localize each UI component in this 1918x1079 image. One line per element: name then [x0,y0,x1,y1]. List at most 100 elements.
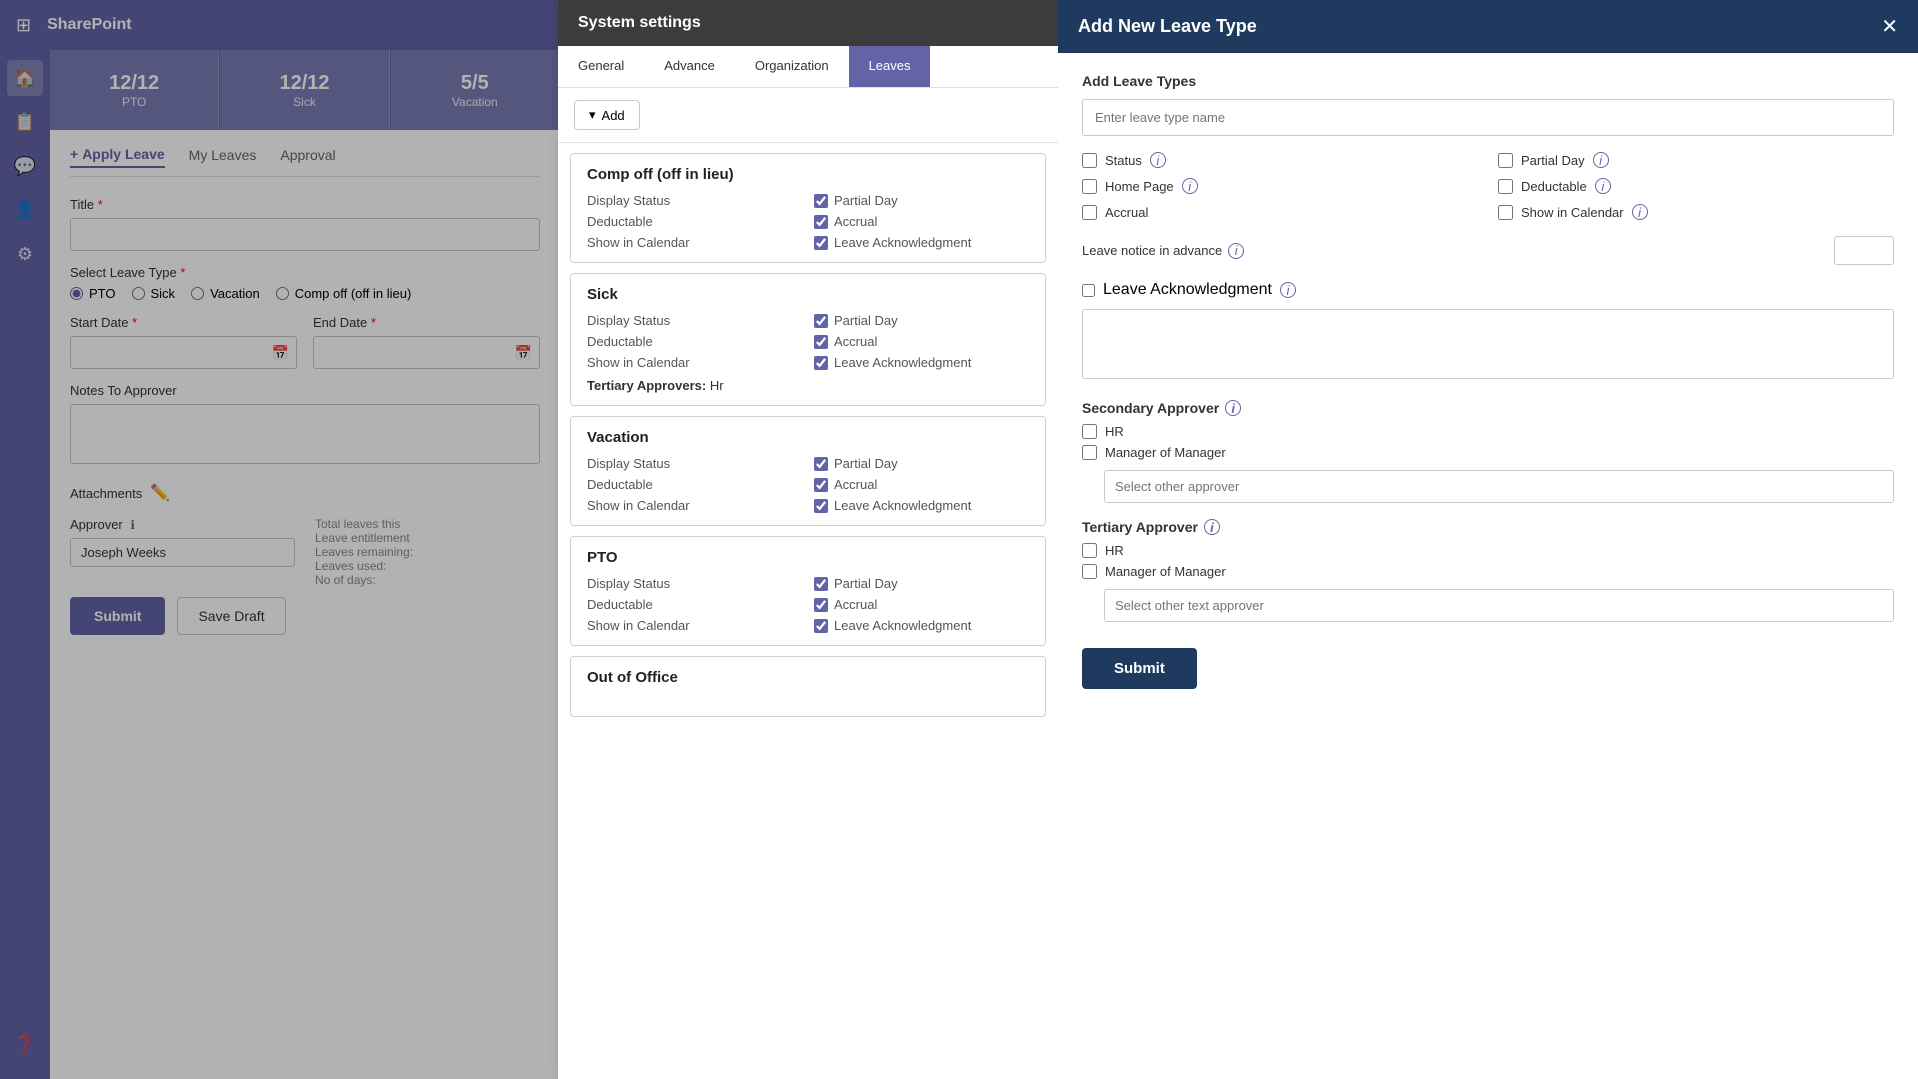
secondary-mom-checkbox[interactable] [1082,445,1097,460]
check-home-page: Home Page i [1082,178,1478,194]
ss-add-row: ▾ Add [558,88,1058,143]
add-leave-type-button[interactable]: ▾ Add [574,100,640,130]
home-page-label: Home Page [1105,179,1174,194]
accrual-label: Accrual [1105,205,1148,220]
secondary-other-input[interactable] [1104,470,1894,503]
leave-type-name-input[interactable] [1082,99,1894,136]
tertiary-hr-label: HR [1105,543,1124,558]
ack-checkbox[interactable] [1082,284,1095,297]
ss-tab-organization[interactable]: Organization [735,46,849,87]
vacation-leave-ack-cb[interactable] [814,499,828,513]
partial-day-label: Partial Day [1521,153,1585,168]
status-info-icon: i [1150,152,1166,168]
check-deductable: Deductable i [1498,178,1894,194]
sick-partial-day: Partial Day [814,313,1029,328]
pto-leave-ack-cb[interactable] [814,619,828,633]
checkbox-grid: Status i Partial Day i Home Page i Deduc… [1082,152,1894,220]
vacation-deductable: Deductable [587,477,802,492]
sick-leave-ack-cb[interactable] [814,356,828,370]
sick-partial-day-cb[interactable] [814,314,828,328]
compoff-partial-day-cb[interactable] [814,194,828,208]
ack-info-icon: i [1280,282,1296,298]
notice-row: Leave notice in advance i [1082,236,1894,265]
tertiary-mom-checkbox[interactable] [1082,564,1097,579]
pto-card-title: PTO [587,549,1029,566]
secondary-mom-option[interactable]: Manager of Manager [1082,445,1894,460]
ss-tabs: General Advance Organization Leaves [558,46,1058,88]
home-page-checkbox[interactable] [1082,179,1097,194]
alp-section-title: Add Leave Types [1082,73,1894,89]
vacation-grid: Display Status Partial Day Deductable Ac… [587,456,1029,513]
alp-header: Add New Leave Type ✕ [1058,0,1918,53]
vacation-partial-day-cb[interactable] [814,457,828,471]
add-label: Add [602,108,625,123]
vacation-leave-ack: Leave Acknowledgment [814,498,1029,513]
check-status: Status i [1082,152,1478,168]
tertiary-other-input[interactable] [1104,589,1894,622]
notice-label: Leave notice in advance i [1082,243,1244,259]
sick-deductable: Deductable [587,334,802,349]
alp-title: Add New Leave Type [1078,16,1257,37]
compoff-leave-ack-cb[interactable] [814,236,828,250]
pto-accrual-cb[interactable] [814,598,828,612]
accrual-checkbox[interactable] [1082,205,1097,220]
deductable-checkbox[interactable] [1498,179,1513,194]
sick-show-calendar: Show in Calendar [587,355,802,370]
leave-type-card-ooo: Out of Office [570,656,1046,717]
home-page-info-icon: i [1182,178,1198,194]
notice-info-icon: i [1228,243,1244,259]
compoff-accrual-cb[interactable] [814,215,828,229]
partial-day-checkbox[interactable] [1498,153,1513,168]
secondary-hr-checkbox[interactable] [1082,424,1097,439]
pto-accrual: Accrual [814,597,1029,612]
status-checkbox[interactable] [1082,153,1097,168]
partial-day-info-icon: i [1593,152,1609,168]
alp-submit-button[interactable]: Submit [1082,648,1197,689]
show-calendar-checkbox[interactable] [1498,205,1513,220]
sick-display-status: Display Status [587,313,802,328]
tertiary-mom-label: Manager of Manager [1105,564,1226,579]
vacation-show-calendar: Show in Calendar [587,498,802,513]
ss-tab-leaves[interactable]: Leaves [849,46,931,87]
ack-textarea[interactable] [1082,309,1894,379]
alp-close-button[interactable]: ✕ [1881,14,1898,39]
check-accrual: Accrual [1082,204,1478,220]
tertiary-hr-option[interactable]: HR [1082,543,1894,558]
tertiary-approver-options: HR Manager of Manager [1082,543,1894,622]
pto-partial-day: Partial Day [814,576,1029,591]
tertiary-mom-option[interactable]: Manager of Manager [1082,564,1894,579]
ack-row: Leave Acknowledgment i [1082,281,1894,299]
sick-accrual-cb[interactable] [814,335,828,349]
system-settings-panel: System settings General Advance Organiza… [558,0,1058,1079]
show-calendar-label: Show in Calendar [1521,205,1624,220]
ss-title: System settings [578,14,701,31]
compoff-title: Comp off (off in lieu) [587,166,1029,183]
add-leave-panel: Add New Leave Type ✕ Add Leave Types Sta… [1058,0,1918,1079]
vacation-accrual-cb[interactable] [814,478,828,492]
compoff-leave-ack: Leave Acknowledgment [814,235,1029,250]
leave-type-card-vacation: Vacation Display Status Partial Day Dedu… [570,416,1046,526]
secondary-hr-option[interactable]: HR [1082,424,1894,439]
ss-header: System settings [558,0,1058,46]
tertiary-hr-checkbox[interactable] [1082,543,1097,558]
check-partial-day: Partial Day i [1498,152,1894,168]
sick-title: Sick [587,286,1029,303]
pto-display-status: Display Status [587,576,802,591]
secondary-hr-label: HR [1105,424,1124,439]
sick-tertiary: Tertiary Approvers: Hr [587,378,1029,393]
deductable-label: Deductable [1521,179,1587,194]
leave-type-card-sick: Sick Display Status Partial Day Deductab… [570,273,1046,406]
notice-input[interactable] [1834,236,1894,265]
secondary-approver-info-icon: i [1225,400,1241,416]
ss-body: ▾ Add Comp off (off in lieu) Display Sta… [558,88,1058,1079]
vacation-title: Vacation [587,429,1029,446]
compoff-show-calendar: Show in Calendar [587,235,802,250]
leave-type-card-compoff: Comp off (off in lieu) Display Status Pa… [570,153,1046,263]
sick-grid: Display Status Partial Day Deductable Ac… [587,313,1029,370]
ss-tab-advance[interactable]: Advance [644,46,735,87]
pto-partial-day-cb[interactable] [814,577,828,591]
ss-tab-general[interactable]: General [558,46,644,87]
pto-grid: Display Status Partial Day Deductable Ac… [587,576,1029,633]
vacation-partial-day: Partial Day [814,456,1029,471]
compoff-grid: Display Status Partial Day Deductable Ac… [587,193,1029,250]
